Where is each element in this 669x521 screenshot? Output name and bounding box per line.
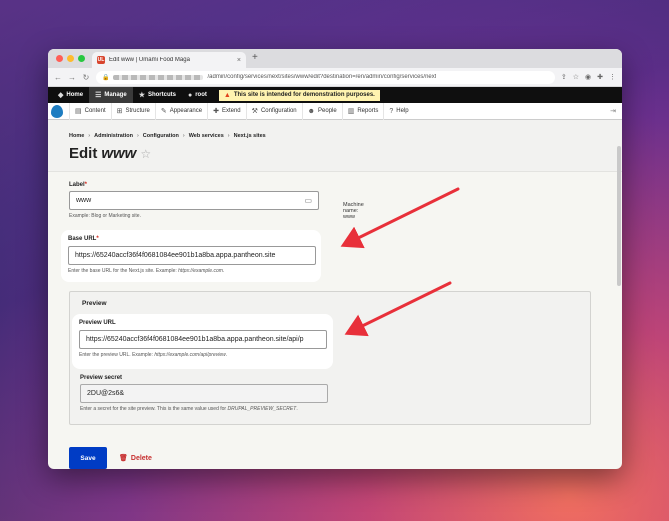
machine-name: Machine name: www <box>343 202 364 220</box>
save-button[interactable]: Save <box>69 447 107 469</box>
preview-secret-input[interactable]: 2DU@2s6& <box>80 384 328 403</box>
base-url-help: Enter the base URL for the Next.js site.… <box>68 268 225 274</box>
preview-secret-field: Preview secret 2DU@2s6& Enter a secret f… <box>80 375 380 412</box>
edit-form: Label* www ▭ Example: Blog or Marketing … <box>48 49 622 469</box>
label-field-label: Label* <box>69 182 88 188</box>
preview-url-input[interactable]: https://65240accf36f4f0681084ee901b1a8ba… <box>79 330 327 349</box>
autofill-card-icon[interactable]: ▭ <box>304 196 312 205</box>
base-url-field: Base URL* https://65240accf36f4f0681084e… <box>62 231 320 281</box>
base-url-input[interactable]: https://65240accf36f4f0681084ee901b1a8ba… <box>68 246 316 265</box>
preview-secret-help: Enter a secret for the site preview. Thi… <box>80 406 298 412</box>
preview-url-help: Enter the preview URL. Example: https://… <box>79 352 228 358</box>
form-actions: Save 🗑 Delete <box>69 447 152 469</box>
delete-label: Delete <box>130 454 152 462</box>
label-field: Label* www ▭ Example: Blog or Marketing … <box>69 182 369 220</box>
delete-link[interactable]: 🗑 Delete <box>119 454 152 463</box>
preview-secret-label: Preview secret <box>80 375 123 381</box>
preview-legend: Preview <box>82 300 107 307</box>
trash-icon: 🗑 <box>119 455 128 462</box>
label-help: Example: Blog or Marketing site. <box>69 213 141 219</box>
base-url-label: Base URL* <box>68 236 99 242</box>
label-input[interactable]: www ▭ <box>69 191 319 210</box>
label-input-value: www <box>76 197 92 204</box>
preview-url-field: Preview URL https://65240accf36f4f068108… <box>73 315 332 368</box>
preview-url-label: Preview URL <box>79 320 116 326</box>
